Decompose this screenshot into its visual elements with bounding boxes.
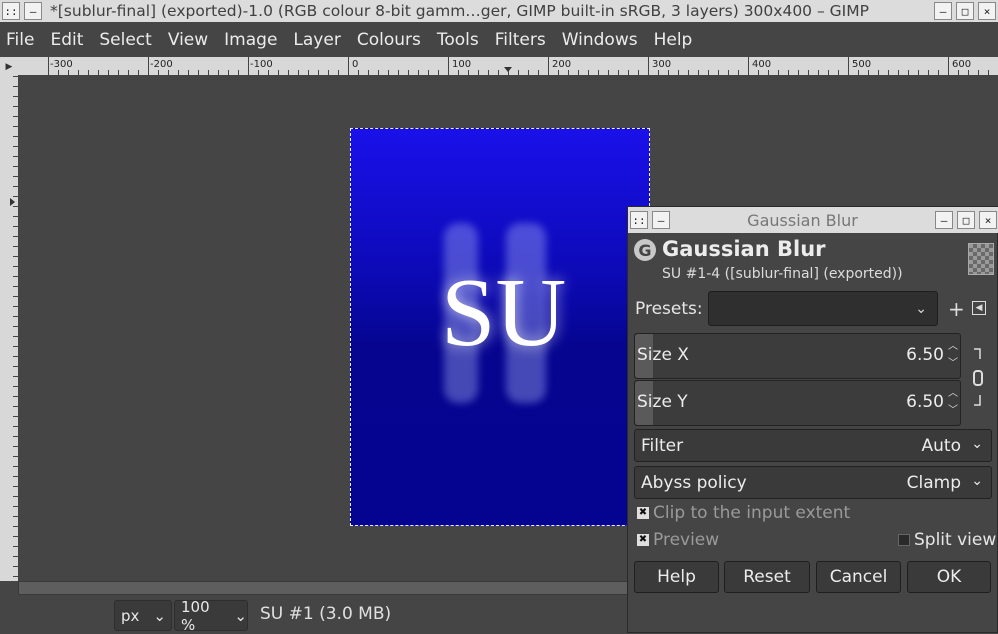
split-view-label: Split view <box>914 530 997 550</box>
menu-windows[interactable]: Windows <box>558 30 638 50</box>
menubar: File Edit Select View Image Layer Colour… <box>0 26 998 54</box>
ruler-label: 400 <box>752 59 771 70</box>
dialog-shade-icon[interactable]: – <box>652 211 670 229</box>
presets-combo[interactable]: ⌄ <box>708 291 938 326</box>
ruler-label: -200 <box>150 59 173 70</box>
menu-file[interactable]: File <box>2 30 34 50</box>
ruler-label: 0 <box>352 59 358 70</box>
menu-image[interactable]: Image <box>220 30 277 50</box>
checkbox-checked-icon: ✖ <box>637 534 649 546</box>
abyss-policy-combo[interactable]: Abyss policy Clamp ⌄ <box>634 466 992 499</box>
filter-label: Filter <box>641 436 684 456</box>
abyss-value: Clamp <box>906 473 961 493</box>
window-menu-icon[interactable]: :: <box>2 2 20 20</box>
menu-edit[interactable]: Edit <box>46 30 83 50</box>
dialog-menu-icon[interactable]: :: <box>630 211 648 229</box>
unit-selector[interactable]: px ⌄ <box>114 600 172 631</box>
dialog-title: Gaussian Blur <box>662 237 826 261</box>
ruler-label: -100 <box>250 59 273 70</box>
size-x-value[interactable]: 6.50 <box>906 345 944 365</box>
preview-checkbox[interactable]: ✖ Preview <box>637 530 719 550</box>
size-x-spinscale[interactable]: Size X 6.50 ︿ ﹀ <box>634 333 961 379</box>
menu-select[interactable]: Select <box>95 30 151 50</box>
layer-thumbnail-icon <box>968 243 994 275</box>
minimize-icon[interactable]: – <box>934 2 952 20</box>
image-canvas[interactable]: SU <box>350 128 650 526</box>
ruler-label: 200 <box>552 59 571 70</box>
gegl-logo-icon: G <box>634 239 656 261</box>
chevron-down-icon: ⌄ <box>153 606 166 625</box>
menu-layer[interactable]: Layer <box>289 30 340 50</box>
ruler-label: -300 <box>50 59 73 70</box>
menu-help[interactable]: Help <box>650 30 693 50</box>
reset-button[interactable]: Reset <box>724 561 810 593</box>
ruler-ticks-top: -300 -200 -100 0 100 200 300 400 500 600 <box>18 57 998 76</box>
dialog-subtitle: SU #1-4 ([sublur-final] (exported)) <box>662 266 903 282</box>
maximize-icon[interactable]: □ <box>956 2 974 20</box>
dialog-titlebar: :: – Gaussian Blur – □ × <box>628 207 998 233</box>
chevron-down-icon: ⌄ <box>971 473 983 489</box>
size-y-label: Size Y <box>637 392 688 412</box>
abyss-label: Abyss policy <box>641 473 747 493</box>
help-button[interactable]: Help <box>634 561 719 593</box>
ruler-corner-toggle[interactable]: ▶ <box>0 57 18 76</box>
window-titlebar: :: – *[sublur-final] (exported)-1.0 (RGB… <box>0 0 998 22</box>
unit-value: px <box>121 606 140 625</box>
minimize-left-icon[interactable]: – <box>24 2 42 20</box>
size-y-stepper-icon[interactable]: ︿ ﹀ <box>948 385 958 419</box>
chevron-down-icon: ⌄ <box>915 300 927 317</box>
chevron-down-icon: ⌄ <box>234 606 247 625</box>
dialog-window-title: Gaussian Blur <box>747 210 858 230</box>
checkbox-unchecked-icon <box>898 534 910 546</box>
ruler-pointer-icon <box>504 67 512 72</box>
chevron-down-icon: ⌄ <box>971 436 983 452</box>
zoom-selector[interactable]: 100 % ⌄ <box>174 597 248 634</box>
image-text: SU <box>441 259 567 367</box>
vertical-ruler[interactable] <box>0 76 18 581</box>
ruler-label: 300 <box>652 59 671 70</box>
ruler-pointer-icon <box>10 198 15 206</box>
zoom-value: 100 % <box>181 597 210 634</box>
ok-button[interactable]: OK <box>907 561 991 593</box>
ruler-label: 500 <box>852 59 871 70</box>
horizontal-ruler[interactable]: -300 -200 -100 0 100 200 300 400 500 600 <box>18 57 998 76</box>
ruler-label: 600 <box>952 59 971 70</box>
close-icon[interactable]: × <box>978 2 996 20</box>
preset-menu-icon[interactable]: ◀ <box>972 301 986 315</box>
horizontal-scrollbar[interactable] <box>18 581 630 595</box>
clip-extent-label: Clip to the input extent <box>653 503 851 523</box>
menu-colours[interactable]: Colours <box>353 30 421 50</box>
menu-filters[interactable]: Filters <box>491 30 546 50</box>
size-x-label: Size X <box>637 345 689 365</box>
menu-tools[interactable]: Tools <box>433 30 479 50</box>
dialog-maximize-icon[interactable]: □ <box>957 211 975 229</box>
filter-combo[interactable]: Filter Auto ⌄ <box>634 429 992 462</box>
filter-value: Auto <box>921 436 961 456</box>
window-title: *[sublur-final] (exported)-1.0 (RGB colo… <box>50 2 869 20</box>
checkbox-checked-icon: ✖ <box>637 507 649 519</box>
size-y-value[interactable]: 6.50 <box>906 392 944 412</box>
presets-label: Presets: <box>635 299 703 319</box>
split-view-checkbox[interactable]: Split view <box>898 530 996 550</box>
menu-view[interactable]: View <box>164 30 208 50</box>
ruler-label: 100 <box>452 59 471 70</box>
add-preset-icon[interactable]: + <box>948 297 965 321</box>
dialog-minimize-icon[interactable]: – <box>935 211 953 229</box>
chain-link-icon[interactable] <box>972 347 984 407</box>
size-x-stepper-icon[interactable]: ︿ ﹀ <box>948 338 958 372</box>
size-y-spinscale[interactable]: Size Y 6.50 ︿ ﹀ <box>634 380 961 426</box>
clip-extent-checkbox[interactable]: ✖ Clip to the input extent <box>637 503 850 523</box>
preview-label: Preview <box>653 530 720 550</box>
cancel-button[interactable]: Cancel <box>816 561 901 593</box>
ruler-ticks-left <box>10 76 18 577</box>
dialog-close-icon[interactable]: × <box>979 211 997 229</box>
status-info: SU #1 (3.0 MB) <box>260 604 392 624</box>
